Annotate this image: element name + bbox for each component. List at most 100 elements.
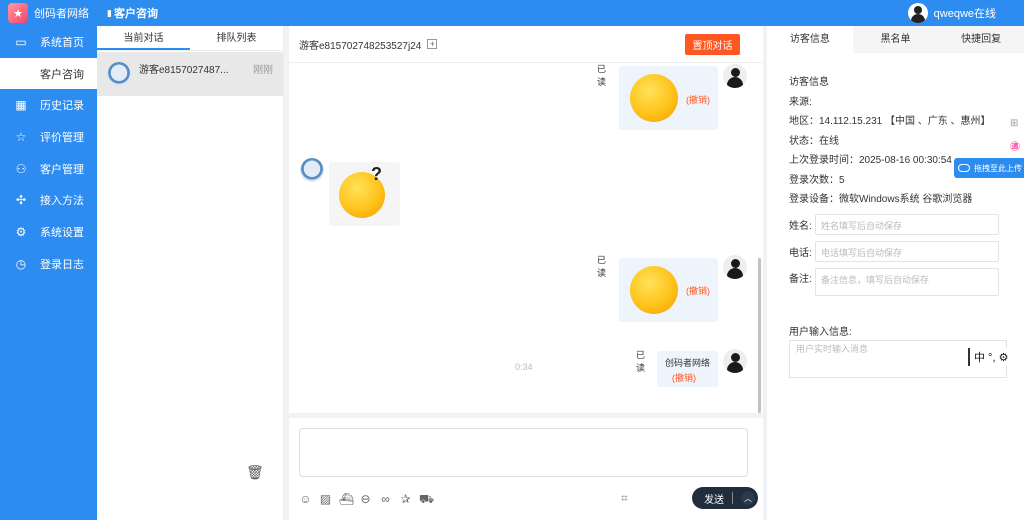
- divider: [732, 492, 733, 504]
- sidebar-item-label: 客户管理: [40, 163, 84, 176]
- tab-visitor-info[interactable]: 访客信息: [767, 26, 853, 53]
- revoke-link[interactable]: (撤销): [686, 93, 710, 106]
- read-status: 已读: [636, 350, 646, 373]
- bus-icon[interactable]: ⛟: [419, 492, 434, 508]
- smile-emoji: [630, 74, 678, 122]
- visitor-avatar: [300, 158, 324, 182]
- agent-avatar: [723, 64, 747, 88]
- conversation-list: 当前对话 排队列表 游客e8157027487... 刚刚 🗑: [97, 26, 284, 520]
- sidebar-item-login-log[interactable]: ◷ 登录日志: [0, 248, 97, 280]
- visitor-avatar: [107, 62, 131, 86]
- note-label: 备注:: [789, 273, 812, 285]
- tab-current[interactable]: 当前对话: [97, 26, 190, 50]
- message-input[interactable]: [299, 428, 748, 477]
- conversation-time: 刚刚: [253, 64, 273, 76]
- send-button[interactable]: 发送 ︿: [692, 487, 758, 509]
- upload-drop-zone[interactable]: 拖拽至此上传: [954, 158, 1024, 178]
- phone-label: 电话:: [789, 247, 812, 259]
- dizzy-emoji: [630, 266, 678, 314]
- ship-icon[interactable]: ⛴: [339, 492, 354, 508]
- message-bubble: ?: [329, 162, 400, 226]
- sidebar-item-label: 系统首页: [40, 36, 84, 49]
- top-bar: ▮ 客户咨询 qweqwe在线: [97, 0, 1024, 26]
- link-icon[interactable]: ∞: [379, 492, 392, 508]
- gear-icon: ⚙: [15, 224, 27, 239]
- note-row: 备注: 备注信息，填写后自动保存: [789, 267, 1024, 296]
- name-label: 姓名:: [789, 220, 812, 232]
- user-menu[interactable]: qweqwe在线: [907, 3, 996, 23]
- sidebar-item-label: 客户咨询: [40, 68, 84, 81]
- avatar: [907, 3, 928, 23]
- phone-row: 电话: 电话填写后自动保存: [789, 240, 1024, 262]
- trash-icon[interactable]: 🗑: [246, 464, 264, 480]
- note-field[interactable]: 备注信息，填写后自动保存: [815, 267, 999, 296]
- read-status: 已读: [597, 255, 607, 278]
- divider: [289, 413, 763, 418]
- calendar-icon: ▦: [15, 98, 27, 113]
- info-device: 登录设备：微软Windows系统 谷歌浏览器: [789, 194, 973, 205]
- name-field[interactable]: 姓名填写后自动保存: [815, 213, 999, 235]
- puzzle-icon: ✣: [15, 193, 27, 208]
- chat-header: 游客e815702748253527j24 + 置顶对话: [289, 26, 763, 63]
- info-tabs: 访客信息 黑名单 快捷回复: [767, 26, 1024, 53]
- sidebar-item-settings[interactable]: ⚙ 系统设置: [0, 216, 97, 248]
- sidebar-item-label: 历史记录: [40, 100, 84, 113]
- sidebar-item-customers[interactable]: ⚇ 客户管理: [0, 153, 97, 185]
- agent-avatar: [723, 349, 747, 373]
- user-input-label: 用户输入信息:: [789, 326, 852, 338]
- chevron-up-icon[interactable]: ︿: [741, 491, 755, 505]
- sidebar-item-home[interactable]: ▭ 系统首页: [0, 26, 97, 58]
- brand-name: 创码者网络: [34, 8, 89, 20]
- bookmark-icon: ▮: [107, 7, 112, 18]
- minus-circle-icon[interactable]: ⊖: [359, 492, 372, 508]
- crop-icon[interactable]: ⌗: [621, 491, 628, 506]
- message-bubble: 创码者网络 (撤销): [657, 351, 718, 387]
- name-row: 姓名: 姓名填写后自动保存: [789, 213, 1024, 235]
- qrcode-icon[interactable]: ⊞: [1010, 112, 1020, 136]
- add-icon[interactable]: +: [427, 39, 438, 49]
- sidebar-item-history[interactable]: ▦ 历史记录: [0, 89, 97, 121]
- clock-icon: ◷: [15, 256, 27, 271]
- revoke-link[interactable]: (撤销): [686, 284, 710, 297]
- tab-quick-reply[interactable]: 快捷回复: [938, 26, 1024, 53]
- phone-field[interactable]: 电话填写后自动保存: [815, 240, 999, 262]
- pin-conversation-button[interactable]: 置顶对话: [685, 34, 740, 55]
- info-region: 地区：14.112.15.231 【中国 、广东 、惠州】: [789, 116, 991, 127]
- agent-avatar: [723, 255, 747, 279]
- info-source: 来源:: [789, 96, 812, 108]
- revoke-link[interactable]: (撤销): [672, 371, 696, 384]
- image-icon[interactable]: ▨: [319, 492, 332, 508]
- sidebar-item-label: 评价管理: [40, 131, 84, 144]
- sidebar-item-consult[interactable]: 客户咨询: [0, 57, 97, 90]
- star-edit-icon[interactable]: ✰: [399, 492, 412, 508]
- list-item[interactable]: 游客e8157027487... 刚刚: [97, 52, 283, 96]
- page-title: 客户咨询: [113, 8, 158, 20]
- tab-blacklist[interactable]: 黑名单: [852, 26, 939, 53]
- upload-tip-label: 拖拽至此上传: [974, 163, 1022, 173]
- message-text: 创码者网络: [664, 358, 710, 368]
- info-title: 访客信息: [789, 77, 829, 88]
- brand-logo: ★: [8, 3, 28, 23]
- sidebar-item-integration[interactable]: ✣ 接入方法: [0, 184, 97, 216]
- input-toolbar: ☺ ▨ ⛴ ⊖ ∞ ✰ ⛟: [299, 492, 434, 508]
- sidebar-item-reviews[interactable]: ☆ 评价管理: [0, 121, 97, 153]
- conversation-name: 游客e8157027487...: [139, 64, 229, 76]
- conversation-tabs: 当前对话 排队列表: [97, 26, 283, 51]
- info-body: 访客信息 来源: 地区：14.112.15.231 【中国 、广东 、惠州】 状…: [767, 53, 1024, 378]
- ime-toolbar[interactable]: 中 °, ⚙: [968, 348, 1024, 366]
- sidebar: ★ 创码者网络 ▭ 系统首页 客户咨询 ▦ 历史记录 ☆ 评价管理 ⚇ 客户管理…: [0, 0, 97, 520]
- message-bubble: (撤销): [619, 66, 718, 130]
- chat-messages: 已读 (撤销) ? 已读 (撤销) 0:34 已读 创码者网络 (撤销): [289, 63, 763, 413]
- emoji-icon[interactable]: ☺: [299, 492, 312, 508]
- read-status: 已读: [597, 64, 607, 87]
- info-status: 状态：在线: [789, 135, 839, 147]
- star-icon: ☆: [15, 129, 27, 144]
- translate-icon[interactable]: ㊜: [1010, 136, 1020, 160]
- sidebar-item-label: 接入方法: [40, 195, 84, 208]
- sidebar-item-label: 登录日志: [40, 258, 84, 271]
- visitor-name: 游客e815702748253527j24: [299, 40, 422, 52]
- sidebar-item-label: 系统设置: [40, 226, 84, 239]
- monitor-icon: ▭: [15, 34, 27, 49]
- chat-scrollbar[interactable]: [758, 258, 761, 413]
- tab-queue[interactable]: 排队列表: [190, 26, 283, 50]
